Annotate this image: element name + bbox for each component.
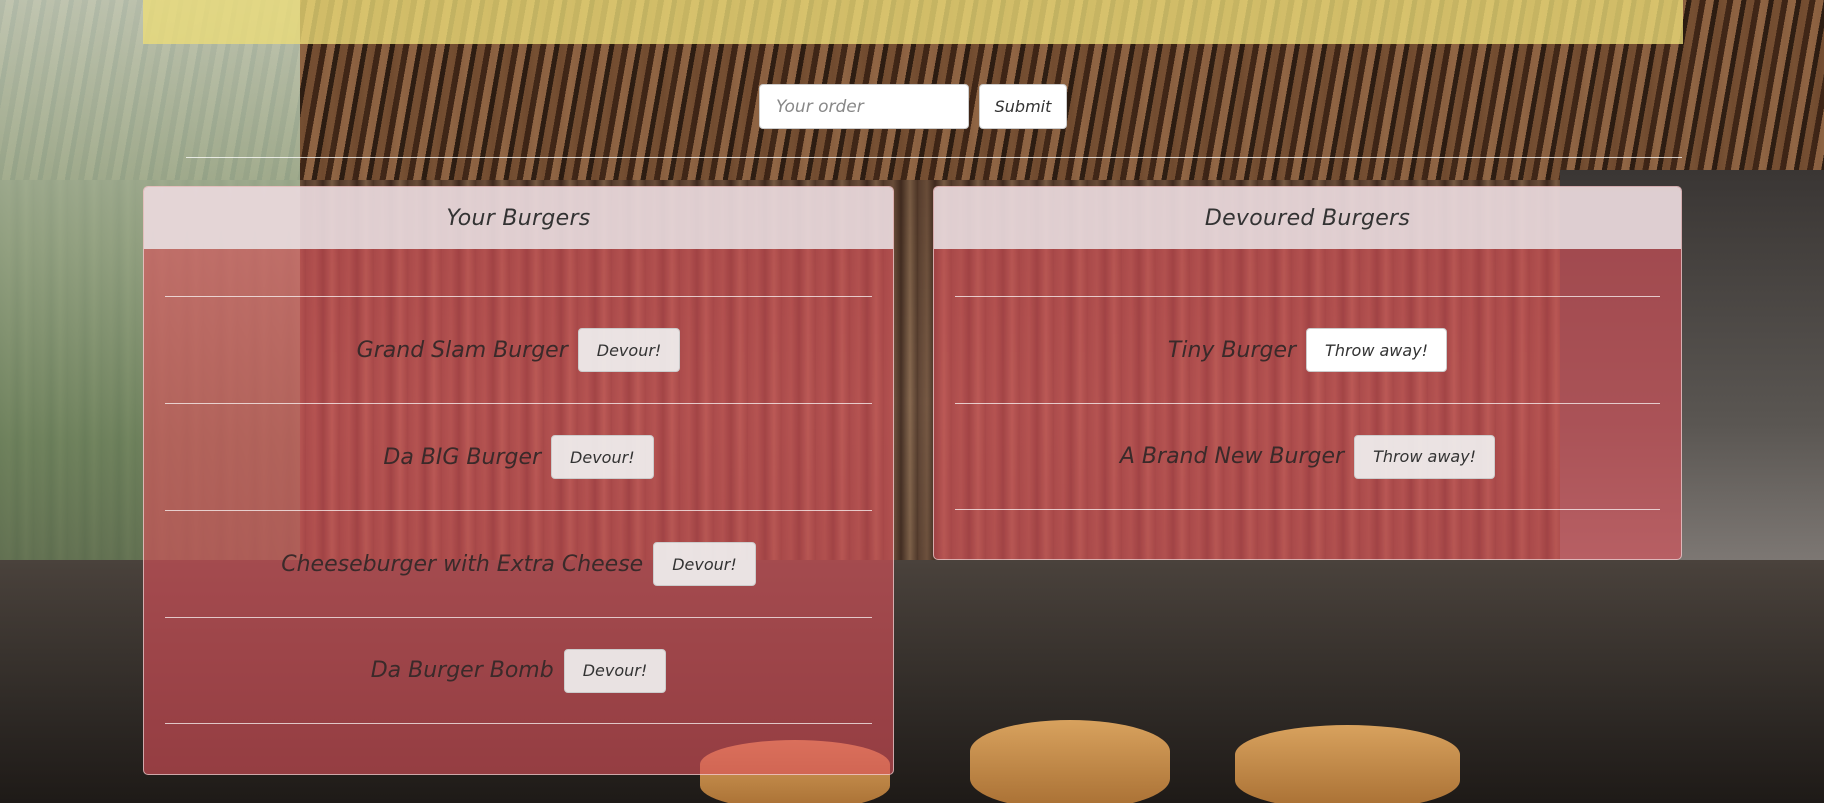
burger-name: Cheeseburger with Extra Cheese <box>281 551 644 577</box>
list-item: Cheeseburger with Extra Cheese Devour! <box>165 510 872 617</box>
header-banner <box>143 0 1683 44</box>
burger-list: Grand Slam Burger Devour! Da BIG Burger … <box>165 296 872 724</box>
your-burgers-panel: Your Burgers Grand Slam Burger Devour! D… <box>143 186 894 775</box>
submit-button[interactable]: Submit <box>979 84 1067 129</box>
list-item: Da BIG Burger Devour! <box>165 403 872 510</box>
panel-body: Grand Slam Burger Devour! Da BIG Burger … <box>144 249 893 724</box>
divider <box>186 157 1682 158</box>
burger-name: Tiny Burger <box>1167 337 1297 363</box>
list-item: Tiny Burger Throw away! <box>955 296 1660 403</box>
panel-title: Your Burgers <box>144 187 893 249</box>
throw-away-button[interactable]: Throw away! <box>1354 434 1496 479</box>
burger-name: Grand Slam Burger <box>356 337 568 363</box>
devour-button[interactable]: Devour! <box>551 435 654 479</box>
devoured-burgers-panel: Devoured Burgers Tiny Burger Throw away!… <box>933 186 1682 560</box>
burger-name: A Brand New Burger <box>1119 444 1345 469</box>
burger-name: Da BIG Burger <box>383 444 542 470</box>
list-item: Grand Slam Burger Devour! <box>165 296 872 403</box>
throw-away-button[interactable]: Throw away! <box>1306 328 1448 372</box>
devoured-list: Tiny Burger Throw away! A Brand New Burg… <box>955 296 1660 510</box>
devour-button[interactable]: Devour! <box>653 542 756 586</box>
background-stool <box>970 720 1170 803</box>
background-stool <box>1235 725 1460 803</box>
devour-button[interactable]: Devour! <box>577 328 681 372</box>
burger-name: Da Burger Bomb <box>370 658 554 683</box>
list-item: Da Burger Bomb Devour! <box>165 617 872 724</box>
panel-body: Tiny Burger Throw away! A Brand New Burg… <box>934 249 1681 510</box>
order-input[interactable] <box>759 84 969 129</box>
devour-button[interactable]: Devour! <box>563 648 667 693</box>
panel-title: Devoured Burgers <box>934 187 1681 249</box>
list-item: A Brand New Burger Throw away! <box>955 403 1660 510</box>
order-form: Submit <box>759 84 1067 129</box>
